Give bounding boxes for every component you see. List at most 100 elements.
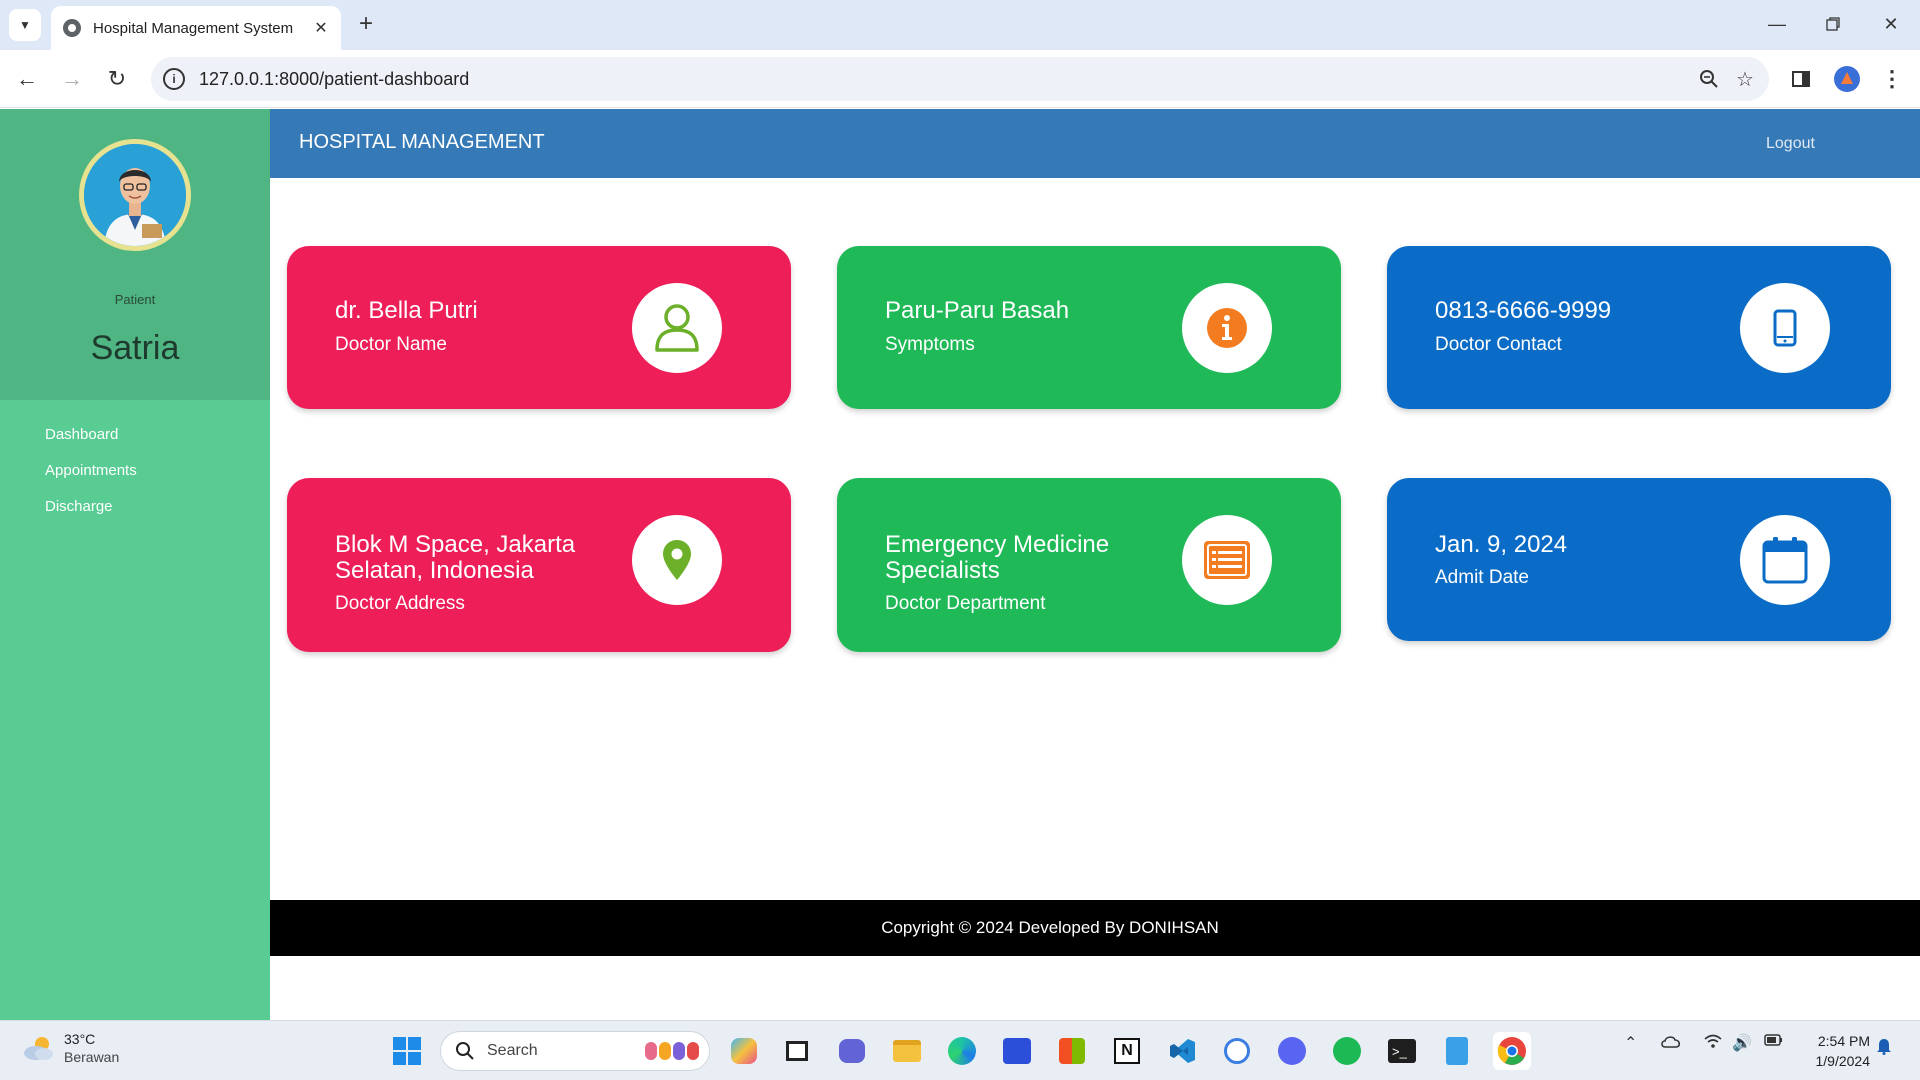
calendar-icon [1762, 537, 1808, 584]
symptoms-value: Paru-Paru Basah [885, 297, 1070, 324]
doctor-department-label: Doctor Department [885, 593, 1046, 614]
url-text[interactable]: 127.0.0.1:8000/patient-dashboard [199, 69, 1691, 90]
doctor-address-value: Blok M Space, Jakarta Selatan, Indonesia [335, 531, 576, 584]
restore-button[interactable] [1813, 8, 1853, 40]
sidebar-menu: Dashboard Appointments Discharge [0, 400, 270, 525]
browser-tab[interactable]: Hospital Management System ✕ [51, 6, 341, 50]
copyright-text: Copyright © 2024 Developed By DONIHSAN [881, 918, 1219, 937]
terminal-icon[interactable]: >_ [1383, 1032, 1421, 1070]
close-tab-icon[interactable]: ✕ [309, 16, 333, 40]
search-highlight-icon [645, 1042, 699, 1060]
user-role: Patient [114, 292, 156, 307]
user-icon [655, 304, 699, 352]
teams-chat-icon[interactable] [833, 1032, 871, 1070]
icon-circle [1182, 283, 1272, 373]
file-explorer-icon[interactable] [888, 1032, 926, 1070]
taskbar-search[interactable]: Search [440, 1031, 710, 1071]
brand-title[interactable]: HOSPITAL MANAGEMENT [299, 131, 545, 154]
app-icon[interactable] [1218, 1032, 1256, 1070]
minimize-button[interactable]: — [1757, 8, 1797, 40]
reload-icon: ↻ [107, 66, 127, 91]
icon-circle [1182, 515, 1272, 605]
show-hidden-icons-chevron-icon[interactable]: ⌃ [1624, 1033, 1637, 1053]
doctor-name-card: dr. Bella Putri Doctor Name [287, 246, 791, 409]
edge-browser-icon[interactable] [943, 1032, 981, 1070]
admit-date-label: Admit Date [1435, 567, 1529, 588]
avatar [79, 139, 191, 251]
icon-circle [1740, 515, 1830, 605]
doctor-department-value: Emergency Medicine Specialists [885, 531, 1110, 584]
close-window-button[interactable]: ✕ [1871, 8, 1911, 40]
partly-cloudy-icon [24, 1037, 53, 1060]
doctor-name-value: dr. Bella Putri [335, 297, 478, 324]
weather-widget[interactable]: 33°C Berawan [22, 1030, 119, 1066]
volume-icon[interactable]: 🔊 [1732, 1033, 1752, 1053]
mobile-phone-icon [1773, 309, 1797, 347]
site-info-icon[interactable]: i [163, 68, 185, 90]
icon-circle [632, 283, 722, 373]
footer: Copyright © 2024 Developed By DONIHSAN [270, 900, 1920, 956]
windows-icon [393, 1037, 421, 1065]
taskbar: 33°C Berawan Search N >_ ⌃ 🔊 2:54 PM 1/9… [0, 1020, 1920, 1080]
weather-condition: Berawan [64, 1049, 120, 1065]
doctor-name-label: Doctor Name [335, 334, 447, 355]
admit-date-card: Jan. 9, 2024 Admit Date [1387, 478, 1891, 641]
discord-icon[interactable] [1273, 1032, 1311, 1070]
bookmark-star-icon[interactable]: ☆ [1727, 61, 1763, 97]
reload-button[interactable]: ↻ [100, 62, 134, 96]
doctor-address-card: Blok M Space, Jakarta Selatan, Indonesia… [287, 478, 791, 652]
admit-date-value: Jan. 9, 2024 [1435, 531, 1568, 558]
onedrive-cloud-icon[interactable] [1660, 1033, 1682, 1054]
side-panel-icon [1792, 71, 1810, 87]
battery-icon[interactable] [1764, 1033, 1784, 1052]
chrome-icon[interactable] [1493, 1032, 1531, 1070]
user-name: Satria [90, 329, 180, 367]
logout-link[interactable]: Logout [1766, 135, 1815, 153]
doctor-address-label: Doctor Address [335, 593, 465, 614]
list-icon [1204, 541, 1250, 579]
restore-icon [1826, 17, 1840, 31]
arrow-right-icon: → [61, 66, 83, 91]
task-view-icon[interactable] [778, 1032, 816, 1070]
sidebar: Patient Satria Dashboard Appointments Di… [0, 109, 270, 1020]
symptoms-card: Paru-Paru Basah Symptoms [837, 246, 1341, 409]
vscode-icon[interactable] [1163, 1032, 1201, 1070]
doctor-contact-value: 0813-6666-9999 [1435, 297, 1612, 324]
zoom-icon[interactable] [1691, 61, 1727, 97]
doctor-department-card: Emergency Medicine Specialists Doctor De… [837, 478, 1341, 652]
search-placeholder: Search [487, 1042, 538, 1059]
system-clock[interactable]: 2:54 PM 1/9/2024 [1790, 1031, 1871, 1071]
spotify-icon[interactable] [1328, 1032, 1366, 1070]
new-tab-button[interactable]: + [352, 10, 380, 38]
info-icon [1207, 308, 1247, 348]
browser-menu-icon[interactable]: ⋮ [1875, 62, 1909, 96]
sidebar-item-dashboard[interactable]: Dashboard [0, 417, 270, 453]
sidebar-item-discharge[interactable]: Discharge [0, 489, 270, 525]
copilot-app-icon[interactable] [725, 1032, 763, 1070]
browser-tab-bar: ▼ Hospital Management System ✕ + — ✕ [0, 0, 1920, 50]
notion-icon[interactable]: N [1108, 1032, 1146, 1070]
top-navbar: HOSPITAL MANAGEMENT Logout [270, 109, 1920, 178]
sidebar-item-appointments[interactable]: Appointments [0, 453, 270, 489]
side-panel-button[interactable] [1784, 62, 1818, 96]
back-button[interactable]: ← [10, 62, 44, 96]
temperature: 33°C [64, 1031, 96, 1047]
clock-date: 1/9/2024 [1815, 1053, 1871, 1069]
address-bar[interactable]: i 127.0.0.1:8000/patient-dashboard ☆ [151, 57, 1769, 101]
tab-search-button[interactable]: ▼ [9, 9, 41, 41]
start-button[interactable] [388, 1032, 426, 1070]
profile-button[interactable] [1830, 62, 1864, 96]
notification-bell-icon[interactable] [1876, 1037, 1892, 1060]
wifi-icon[interactable] [1703, 1033, 1723, 1054]
mail-app-icon[interactable] [998, 1032, 1036, 1070]
arrow-left-icon: ← [16, 66, 38, 91]
notepad-icon[interactable] [1438, 1032, 1476, 1070]
forward-button[interactable]: → [55, 62, 89, 96]
doctor-contact-label: Doctor Contact [1435, 334, 1562, 355]
map-pin-icon [663, 540, 691, 580]
microsoft-store-icon[interactable] [1053, 1032, 1091, 1070]
profile-avatar-icon [1834, 66, 1860, 92]
browser-toolbar: ← → ↻ i 127.0.0.1:8000/patient-dashboard… [0, 50, 1920, 108]
globe-icon [63, 19, 81, 37]
icon-circle [1740, 283, 1830, 373]
